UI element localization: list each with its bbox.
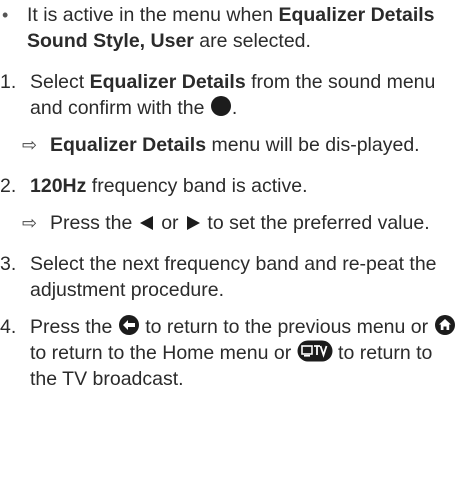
text-span: to return to the previous menu or (139, 316, 434, 338)
text-span: . (231, 97, 238, 119)
item-text: Equalizer Details menu will be dis-playe… (50, 132, 462, 158)
right-arrow-icon (184, 214, 202, 232)
text-span: It is active in the menu when (27, 4, 279, 26)
bold-text: Equalizer Details (89, 71, 246, 93)
text-span: menu will be dis-played. (206, 134, 420, 156)
step-number: 2. (0, 175, 17, 197)
text-span: Select (30, 71, 90, 93)
step-item: 3. Select the next frequency band and re-… (0, 251, 462, 303)
text-span: Press the (50, 212, 138, 234)
bullet-marker: • (2, 5, 9, 25)
text-span: are selected. (193, 30, 311, 52)
item-text: Select Equalizer Details from the sound … (30, 69, 462, 121)
tv-button-icon (297, 340, 333, 362)
result-arrow-marker: ⇨ (22, 213, 38, 233)
step-number: 1. (0, 71, 17, 93)
ok-button-icon (210, 95, 232, 117)
step-item: 4. Press the to return to the previous me… (0, 314, 462, 392)
step-item: 2. 120Hz frequency band is active. (0, 173, 462, 199)
left-arrow-icon (138, 214, 156, 232)
text-span: Select the next frequency band and re-pe… (30, 253, 437, 301)
step-number: 4. (0, 316, 17, 338)
back-button-icon (118, 314, 140, 336)
text-span: frequency band is active. (86, 175, 308, 197)
item-text: 120Hz frequency band is active. (30, 173, 462, 199)
bold-text: Equalizer Details (50, 134, 207, 156)
instruction-page: • It is active in the menu when Equalizer… (0, 0, 462, 488)
bold-text: 120Hz (30, 175, 87, 197)
item-text: Press the or to set the preferred value. (50, 210, 462, 236)
home-button-icon (434, 314, 456, 336)
item-text: It is active in the menu when Equalizer … (27, 2, 462, 54)
result-item: ⇨ Equalizer Details menu will be dis-play… (0, 132, 462, 158)
text-span: to return to the Home menu or (30, 342, 297, 364)
text-span: or (155, 212, 184, 234)
bullet-item: • It is active in the menu when Equalizer… (0, 2, 462, 54)
item-text: Select the next frequency band and re-pe… (30, 251, 462, 303)
step-item: 1. Select Equalizer Details from the soun… (0, 69, 462, 121)
result-arrow-marker: ⇨ (22, 135, 38, 155)
text-span: Press the (30, 316, 118, 338)
result-item: ⇨ Press the or to set the preferred value… (0, 210, 462, 236)
item-text: Press the to return to the previous menu… (30, 314, 462, 392)
step-number: 3. (0, 253, 17, 275)
text-span: to set the preferred value. (201, 212, 430, 234)
